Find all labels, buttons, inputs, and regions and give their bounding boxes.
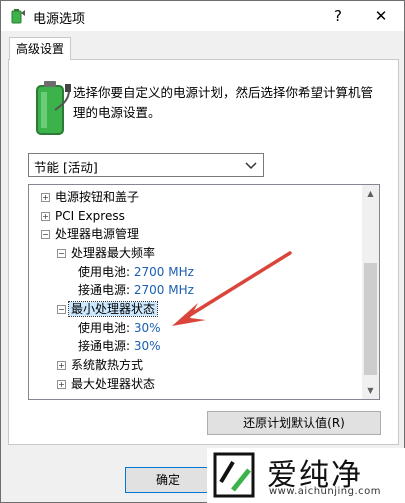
scroll-up-icon[interactable]: ▲ [362,185,379,202]
tree-item-min-state-battery[interactable]: 使用电池: 30% [78,319,161,337]
tree-item-max-frequency-plugged[interactable]: 接通电源: 2700 MHz [78,281,194,299]
expand-icon[interactable]: + [57,380,66,389]
tree-item-processor-power-management[interactable]: − 处理器电源管理 [33,225,139,243]
collapse-icon[interactable]: − [41,230,50,239]
tree-item-max-frequency[interactable]: − 处理器最大频率 [49,244,155,262]
watermark: 爱纯净 www.aichunjing.com [207,448,405,503]
brand-logo-icon [213,452,255,498]
power-options-icon [11,9,25,24]
help-button[interactable]: ? [323,4,353,28]
scroll-thumb[interactable] [364,263,377,375]
tree-item-cooling-policy[interactable]: + 系统散热方式 [49,356,143,374]
window-title: 电源选项 [33,12,86,27]
setting-value[interactable]: 30% [134,321,161,335]
tree-item-power-buttons[interactable]: + 电源按钮和盖子 [33,188,139,206]
expand-icon[interactable]: + [57,361,66,370]
collapse-icon[interactable]: − [57,249,66,258]
settings-tree[interactable]: + 电源按钮和盖子 + PCI Express − 处理器电源管理 − 处理器最… [28,184,380,400]
setting-value[interactable]: 30% [134,339,161,353]
title-bar: 电源选项 ? ✕ [1,1,404,31]
tree-scrollbar[interactable]: ▲ ▼ [362,185,379,399]
tree-item-pci-express[interactable]: + PCI Express [33,207,125,225]
settings-panel: 选择你要自定义的电源计划，然后选择你希望计算机管理的电源设置。 节能 [活动] … [8,59,399,445]
close-button[interactable]: ✕ [365,4,397,28]
chevron-down-icon [245,162,257,170]
setting-value[interactable]: 2700 MHz [134,283,194,297]
ok-button[interactable]: 确定 [125,467,211,493]
scroll-down-icon[interactable]: ▼ [362,382,379,399]
description-text: 选择你要自定义的电源计划，然后选择你希望计算机管理的电源设置。 [73,85,374,120]
power-options-dialog: 电源选项 ? ✕ 高级设置 选择你要自定义的电源计划，然后选择你希望计算机管理的… [0,0,405,503]
tree-item-max-processor-state[interactable]: + 最大处理器状态 [49,375,155,393]
tree-item-min-state-plugged[interactable]: 接通电源: 30% [78,337,161,355]
tab-advanced-settings[interactable]: 高级设置 [9,37,71,60]
watermark-url: www.aichunjing.com [269,486,381,497]
restore-defaults-button[interactable]: 还原计划默认值(R) [207,411,381,435]
tree-item-max-frequency-battery[interactable]: 使用电池: 2700 MHz [78,263,194,281]
collapse-icon[interactable]: − [57,305,66,314]
tree-item-min-processor-state[interactable]: − 最小处理器状态 [49,300,159,318]
expand-icon[interactable]: + [41,212,50,221]
power-plan-dropdown[interactable]: 节能 [活动] [28,153,264,177]
expand-icon[interactable]: + [41,193,50,202]
power-plan-value: 节能 [活动] [34,160,98,175]
setting-value[interactable]: 2700 MHz [134,265,194,279]
battery-icon [36,81,71,135]
